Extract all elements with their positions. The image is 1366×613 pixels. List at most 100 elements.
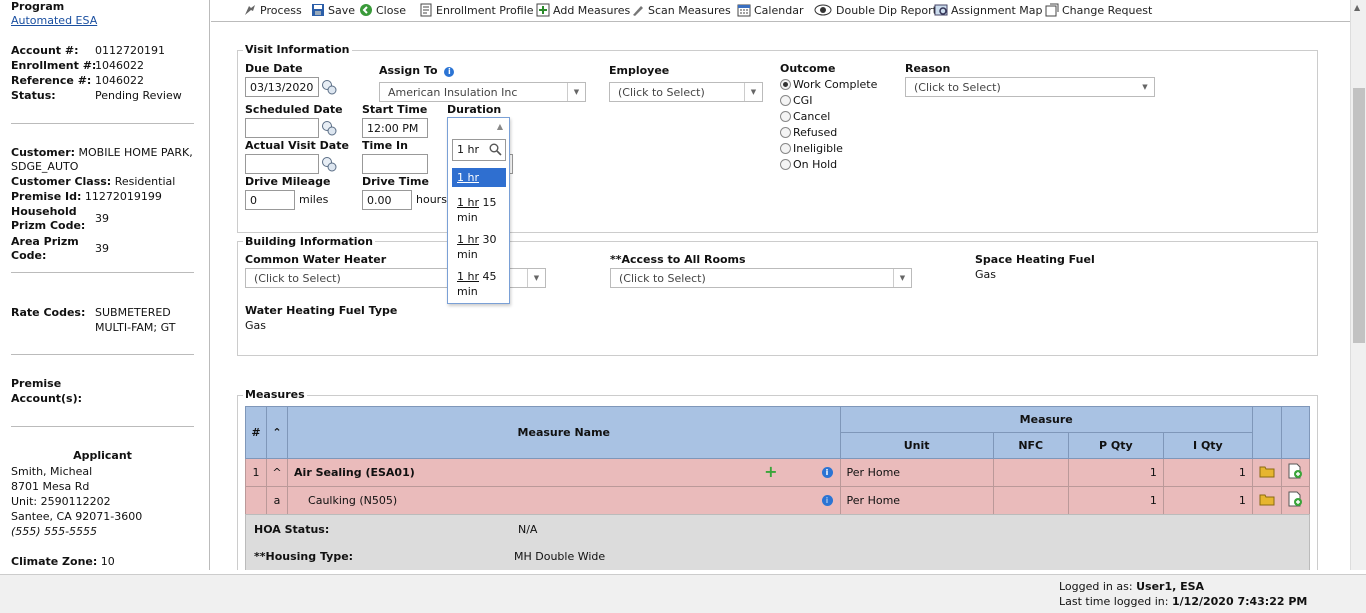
assign-to-label: Assign To i xyxy=(379,64,455,77)
measure-name: Caulking (N505) xyxy=(308,494,398,507)
common-water-heater-label: Common Water Heater xyxy=(245,253,387,266)
duration-dropdown[interactable]: ▲ 1 hr 1 hr 1 hr 15 min 1 hr 30 min 1 hr 4… xyxy=(447,117,510,304)
premise-accounts-row: Premise xyxy=(11,377,62,390)
reason-select[interactable]: (Click to Select) ▼ xyxy=(905,77,1155,97)
chevron-down-icon: ▼ xyxy=(744,83,762,101)
folder-icon[interactable] xyxy=(1259,466,1275,481)
outcome-radio-option[interactable]: Refused xyxy=(780,126,837,139)
duration-option[interactable]: 1 hr 30 min xyxy=(452,230,506,264)
radio-button[interactable] xyxy=(780,79,791,90)
applicant-phone: (555) 555-5555 xyxy=(11,525,98,538)
building-information-section xyxy=(237,241,1318,356)
drive-mileage-label: Drive Mileage xyxy=(245,175,331,188)
radio-button[interactable] xyxy=(780,159,791,170)
customer-row: Customer: MOBILE HOME PARK, xyxy=(11,146,193,159)
customer-class-row: Customer Class: Residential xyxy=(11,175,176,188)
rate-codes-row: Rate Codes: SUBMETERED xyxy=(11,306,171,319)
folder-icon[interactable] xyxy=(1259,494,1275,509)
duration-option[interactable]: 1 hr xyxy=(452,168,506,187)
col-header-unit: Unit xyxy=(839,432,994,459)
time-in-input[interactable] xyxy=(362,154,428,174)
actual-visit-date-input[interactable] xyxy=(245,154,319,174)
space-heating-fuel-label: Space Heating Fuel xyxy=(975,253,1095,266)
sidebar-divider xyxy=(11,426,194,427)
scrollbar-thumb[interactable] xyxy=(1353,88,1365,343)
close-icon xyxy=(359,3,373,17)
employee-select[interactable]: (Click to Select) ▼ xyxy=(609,82,763,102)
double-chevron-up-icon: ⌃ xyxy=(272,426,282,439)
scroll-up-arrow-icon[interactable]: ▲ xyxy=(1354,3,1360,12)
col-header-number: # xyxy=(244,406,268,459)
area-prizm-value: 39 xyxy=(95,242,109,255)
climate-zone-row: Climate Zone: 10 xyxy=(11,555,115,568)
program-link[interactable]: Automated ESA xyxy=(11,14,97,27)
start-time-label: Start Time xyxy=(362,103,428,116)
col-header-nfc: NFC xyxy=(992,432,1069,459)
search-icon xyxy=(489,143,502,159)
double-dip-report-button[interactable]: Double Dip Report xyxy=(813,2,937,18)
hoa-status-value: N/A xyxy=(518,523,538,536)
date-picker-icon[interactable] xyxy=(321,79,337,95)
date-picker-icon[interactable] xyxy=(321,156,337,172)
outcome-radio-option[interactable]: Work Complete xyxy=(780,78,877,91)
start-time-input[interactable]: 12:00 PM xyxy=(362,118,428,138)
scan-icon xyxy=(631,3,645,17)
miles-unit: miles xyxy=(299,193,329,206)
save-button[interactable]: Save xyxy=(311,2,355,18)
duration-search-input[interactable]: 1 hr xyxy=(452,139,506,161)
info-icon[interactable]: i xyxy=(821,495,833,506)
measures-title: Measures xyxy=(243,388,307,401)
last-login-info: Last time logged in: 1/12/2020 7:43:22 P… xyxy=(1059,595,1308,608)
vertical-scrollbar[interactable]: ▲ xyxy=(1350,0,1366,570)
reason-label: Reason xyxy=(905,62,951,75)
radio-button[interactable] xyxy=(780,111,791,122)
water-heating-fuel-label: Water Heating Fuel Type xyxy=(245,304,398,317)
outcome-radio-option[interactable]: Cancel xyxy=(780,110,830,123)
add-plus-icon[interactable]: + xyxy=(764,464,777,480)
measure-details-panel: HOA Status: N/A **Housing Type: MH Doubl… xyxy=(245,514,1310,570)
add-document-icon[interactable] xyxy=(1287,491,1303,510)
enrollment-profile-button[interactable]: Enrollment Profile xyxy=(419,2,534,18)
collapse-all-button[interactable]: ⌃ xyxy=(266,406,289,459)
duration-option[interactable]: 1 hr 15 min xyxy=(452,193,506,227)
radio-button[interactable] xyxy=(780,143,791,154)
radio-button[interactable] xyxy=(780,95,791,106)
outcome-radio-option[interactable]: Ineligible xyxy=(780,142,843,155)
measure-name: Air Sealing (ESA01) xyxy=(294,466,415,479)
close-button[interactable]: Close xyxy=(359,2,406,18)
chevron-down-icon: ▼ xyxy=(1142,83,1148,91)
radio-button[interactable] xyxy=(780,127,791,138)
info-icon[interactable]: i xyxy=(821,467,833,478)
scheduled-date-input[interactable] xyxy=(245,118,319,138)
applicant-title: Applicant xyxy=(73,449,132,462)
reference-row: Reference #: 1046022 xyxy=(11,74,144,87)
sidebar-divider xyxy=(11,354,194,355)
col-header-measure: Measure xyxy=(839,406,1253,433)
scheduled-date-label: Scheduled Date xyxy=(245,103,343,116)
row-toggle-button[interactable]: ^ xyxy=(266,458,289,487)
assignment-map-button[interactable]: Assignment Map xyxy=(934,2,1042,18)
calendar-icon xyxy=(737,3,751,17)
info-icon[interactable]: i xyxy=(444,67,455,77)
add-measures-icon xyxy=(536,3,550,17)
add-measures-button[interactable]: Add Measures xyxy=(536,2,630,18)
drive-mileage-input[interactable]: 0 xyxy=(245,190,295,210)
change-request-button[interactable]: Change Request xyxy=(1045,2,1152,18)
scan-measures-button[interactable]: Scan Measures xyxy=(631,2,731,18)
scroll-up-arrow-icon[interactable]: ▲ xyxy=(497,122,503,131)
duration-option[interactable]: 1 hr 45 min xyxy=(452,267,506,301)
process-button[interactable]: Process xyxy=(243,2,302,18)
col-header-p-qty: P Qty xyxy=(1067,432,1164,459)
measures-table: # ⌃ Measure Name Measure Unit NFC P Qty … xyxy=(244,406,1311,515)
due-date-input[interactable]: 03/13/2020 xyxy=(245,77,319,97)
outcome-radio-option[interactable]: On Hold xyxy=(780,158,837,171)
status-bar: Logged in as: User1, ESA Last time logge… xyxy=(0,574,1366,613)
add-document-icon[interactable] xyxy=(1287,463,1303,482)
access-all-rooms-select[interactable]: (Click to Select) ▼ xyxy=(610,268,912,288)
assign-to-select[interactable]: American Insulation Inc ▼ xyxy=(379,82,586,102)
date-picker-icon[interactable] xyxy=(321,120,337,136)
drive-time-input[interactable]: 0.00 xyxy=(362,190,412,210)
applicant-name: Smith, Micheal xyxy=(11,465,93,478)
calendar-button[interactable]: Calendar xyxy=(737,2,803,18)
outcome-radio-option[interactable]: CGI xyxy=(780,94,812,107)
